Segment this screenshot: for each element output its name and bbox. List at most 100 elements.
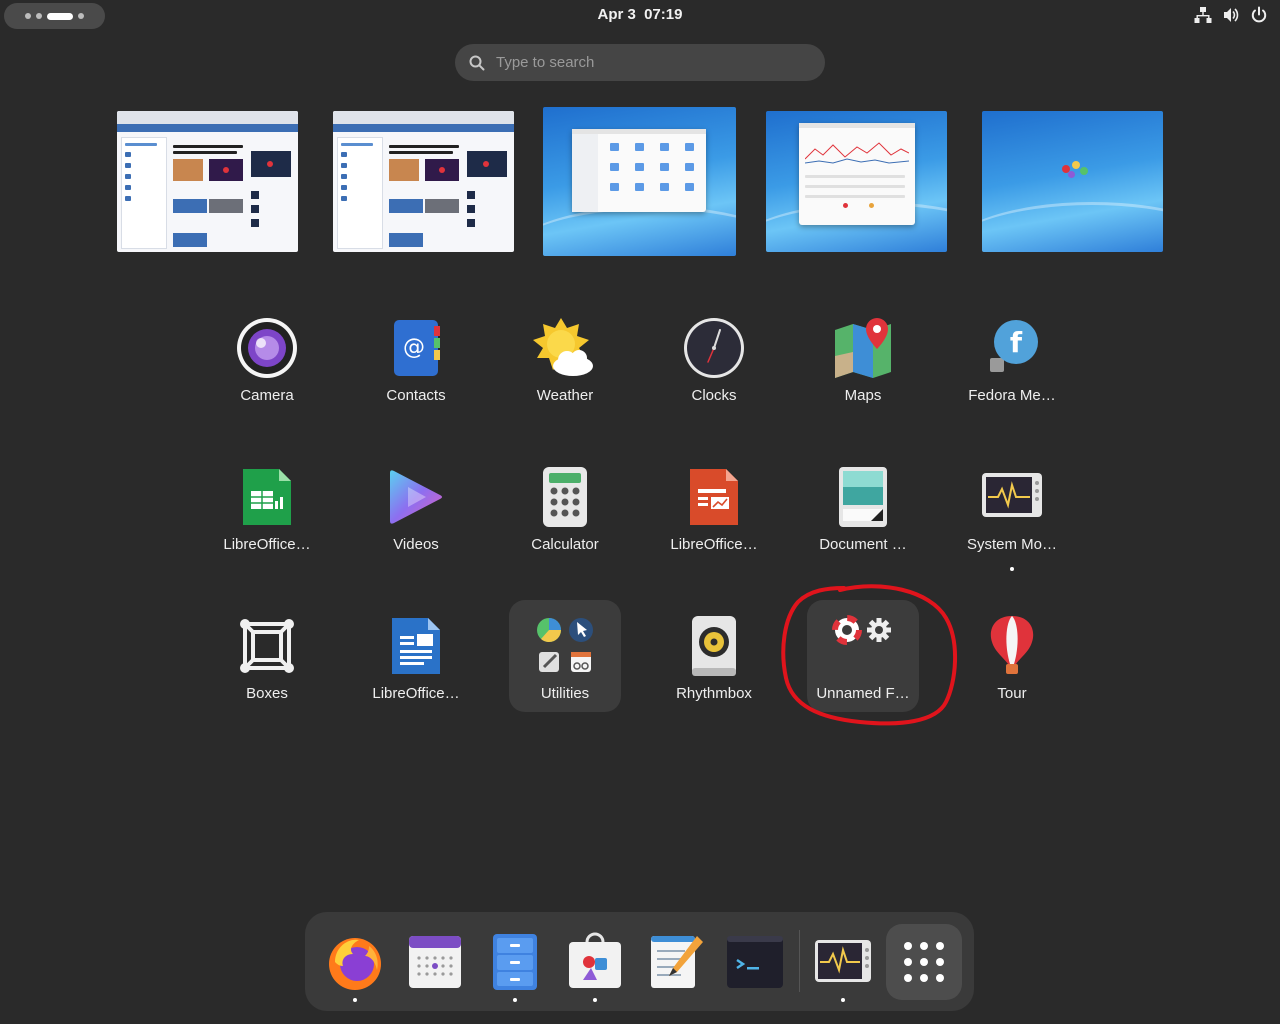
app-rhythmbox[interactable]: Rhythmbox <box>658 600 770 712</box>
app-label: Camera <box>240 387 294 404</box>
app-weather[interactable]: Weather <box>509 302 621 414</box>
network-wired-icon[interactable] <box>1194 6 1212 24</box>
clock-time: 07:19 <box>644 6 683 23</box>
app-label: Utilities <box>540 685 590 702</box>
contacts-icon: @ <box>394 320 440 376</box>
search-input[interactable] <box>496 54 796 71</box>
dock-separator <box>799 930 800 992</box>
terminal-icon <box>727 936 783 988</box>
app-label: LibreOffice… <box>372 685 460 702</box>
videos-icon <box>390 470 442 524</box>
app-label: Maps <box>844 387 882 404</box>
clocks-icon <box>684 318 744 378</box>
workspace-dot <box>36 13 42 19</box>
app-label: Rhythmbox <box>676 685 752 702</box>
app-label: Document … <box>819 536 907 553</box>
software-icon <box>569 932 621 988</box>
app-maps[interactable]: Maps <box>807 302 919 414</box>
fedora-media-writer-icon: f <box>990 320 1038 372</box>
show-apps-button[interactable] <box>886 924 962 1000</box>
libreoffice-calc-icon <box>243 469 291 525</box>
running-indicator <box>1010 567 1014 571</box>
app-label: Tour <box>997 685 1027 702</box>
system-tray[interactable] <box>1194 6 1268 24</box>
app-label: Unnamed F… <box>816 685 910 702</box>
top-bar: Apr 3 07:19 <box>0 0 1280 32</box>
calculator-icon <box>543 467 587 527</box>
weather-icon <box>533 318 593 376</box>
dock-calendar[interactable] <box>405 932 465 992</box>
calendar-icon <box>409 936 461 988</box>
unnamed-folder-icon <box>832 615 891 645</box>
dock <box>305 912 974 1011</box>
app-tour[interactable]: Tour <box>956 600 1068 712</box>
system-monitor-icon <box>815 940 871 982</box>
workspace-thumbnail-1[interactable] <box>117 111 298 252</box>
app-label: Clocks <box>691 387 737 404</box>
app-document-scanner[interactable]: Document … <box>807 451 919 563</box>
app-label: Boxes <box>246 685 288 702</box>
active-workspace-pill <box>47 12 73 20</box>
dock-terminal[interactable] <box>725 932 785 992</box>
app-label: Contacts <box>386 387 446 404</box>
maps-icon <box>835 318 891 378</box>
app-libreoffice-impress[interactable]: LibreOffice… <box>658 451 770 563</box>
running-indicator <box>353 998 357 1002</box>
app-label: Weather <box>536 387 594 404</box>
libreoffice-writer-icon <box>392 618 440 674</box>
app-boxes[interactable]: Boxes <box>211 600 323 712</box>
boxes-icon <box>240 619 294 673</box>
app-label: System Mo… <box>966 536 1057 553</box>
app-videos[interactable]: Videos <box>360 451 472 563</box>
dock-system-monitor[interactable] <box>813 932 873 1002</box>
app-label: Videos <box>393 536 439 553</box>
camera-icon <box>237 318 297 378</box>
show-apps-grid-icon <box>904 942 944 982</box>
workspace-thumbnail-5[interactable] <box>982 111 1163 252</box>
tour-icon <box>990 616 1034 674</box>
app-camera[interactable]: Camera <box>211 302 323 414</box>
app-libreoffice-calc[interactable]: LibreOffice… <box>211 451 323 563</box>
app-clocks[interactable]: Clocks <box>658 302 770 414</box>
clock-date: Apr 3 <box>597 6 636 23</box>
folder-unnamed[interactable]: Unnamed F… <box>807 600 919 712</box>
app-libreoffice-writer[interactable]: LibreOffice… <box>360 600 472 712</box>
clock-button[interactable]: Apr 3 07:19 <box>540 6 740 23</box>
app-contacts[interactable]: @ Contacts <box>360 302 472 414</box>
dock-text-editor[interactable] <box>645 932 705 992</box>
document-scanner-icon <box>839 467 887 527</box>
search-bar[interactable] <box>455 44 825 81</box>
utilities-folder-icon <box>537 618 593 672</box>
app-system-monitor[interactable]: System Mo… <box>956 451 1068 571</box>
app-label: LibreOffice… <box>223 536 311 553</box>
files-icon <box>493 934 537 990</box>
workspace-dot <box>25 13 31 19</box>
app-label: Calculator <box>531 536 599 553</box>
rhythmbox-icon <box>692 616 736 676</box>
volume-icon[interactable] <box>1222 6 1240 24</box>
search-icon <box>469 55 485 70</box>
workspace-dot <box>78 13 84 19</box>
folder-utilities[interactable]: Utilities <box>509 600 621 712</box>
app-label: Fedora Me… <box>968 387 1056 404</box>
app-label: LibreOffice… <box>670 536 758 553</box>
svg-text:f: f <box>1010 326 1023 359</box>
power-icon[interactable] <box>1250 6 1268 24</box>
app-calculator[interactable]: Calculator <box>509 451 621 563</box>
running-indicator <box>593 998 597 1002</box>
activities-button[interactable] <box>4 3 105 29</box>
workspace-thumbnail-2[interactable] <box>333 111 514 252</box>
running-indicator <box>513 998 517 1002</box>
dock-firefox[interactable] <box>325 932 385 1002</box>
dock-software[interactable] <box>565 932 625 1002</box>
running-indicator <box>841 998 845 1002</box>
firefox-icon <box>329 938 381 990</box>
app-fedora-media-writer[interactable]: f Fedora Me… <box>956 302 1068 414</box>
svg-text:@: @ <box>403 335 425 360</box>
workspace-thumbnail-3[interactable] <box>543 107 736 256</box>
dock-files[interactable] <box>485 932 545 1002</box>
text-editor-icon <box>651 936 703 988</box>
workspace-thumbnail-4[interactable] <box>766 111 947 252</box>
system-monitor-icon <box>982 473 1042 517</box>
libreoffice-impress-icon <box>690 469 738 525</box>
